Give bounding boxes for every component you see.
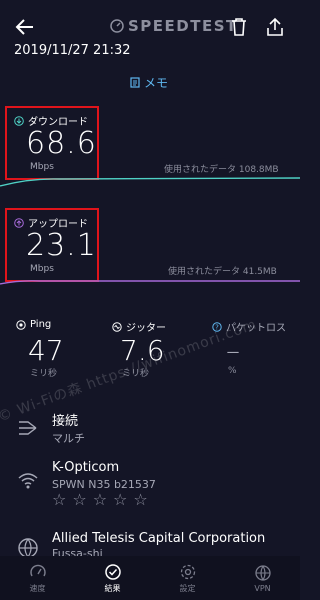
brand-name: SPEEDTEST [128, 17, 238, 35]
download-unit: Mbps [30, 162, 54, 172]
ping-label-text: Ping [30, 319, 52, 330]
nav-settings-label: 設定 [179, 583, 196, 593]
download-arrow-icon [14, 115, 24, 126]
jitter-label: ジッター [112, 319, 166, 334]
check-circle-icon [104, 563, 121, 580]
jitter-icon [112, 321, 122, 332]
server-name: Allied Telesis Capital Corporation [52, 531, 266, 546]
bottom-nav: 速度 結果 設定 VPN [0, 556, 300, 600]
connection-title: 接続 [52, 414, 79, 429]
speedometer-icon [110, 19, 124, 33]
wifi-icon [18, 473, 38, 489]
ping-value: 47 [28, 334, 64, 367]
trash-icon[interactable] [228, 16, 250, 38]
memo-label: メモ [144, 76, 169, 90]
download-speed: 68.6 [26, 126, 97, 161]
nav-speed[interactable]: 速度 [0, 556, 75, 600]
nav-results[interactable]: 結果 [75, 556, 150, 600]
upload-arrow-icon [14, 217, 24, 228]
jitter-label-text: ジッター [126, 323, 166, 334]
nav-settings[interactable]: 設定 [150, 556, 225, 600]
ping-icon [16, 319, 26, 330]
isp-rating-stars[interactable]: ☆☆☆☆☆ [52, 490, 154, 509]
vpn-globe-icon [254, 564, 271, 581]
nav-results-label: 結果 [104, 583, 121, 593]
test-datetime: 2019/11/27 21:32 [14, 43, 131, 58]
memo-button[interactable]: メモ [130, 74, 168, 91]
packet-loss-unit: % [228, 366, 237, 376]
upload-graph-line [0, 280, 300, 285]
nav-vpn-label: VPN [254, 583, 271, 593]
share-icon[interactable] [264, 16, 286, 38]
ping-label: Ping [16, 319, 51, 330]
download-graph-line [0, 177, 300, 187]
upload-speed: 23.1 [26, 228, 97, 263]
back-arrow-icon[interactable] [14, 16, 36, 38]
note-icon [130, 77, 140, 88]
brand-logo: SPEEDTEST [110, 17, 238, 35]
nav-vpn[interactable]: VPN [225, 556, 300, 600]
ping-unit: ミリ秒 [30, 369, 58, 379]
upload-unit: Mbps [30, 264, 54, 274]
nav-speed-label: 速度 [29, 583, 46, 593]
connection-value: マルチ [52, 432, 85, 445]
isp-name: K-Opticom [52, 460, 120, 475]
speedometer-nav-icon [29, 564, 46, 576]
gear-icon [180, 564, 195, 579]
